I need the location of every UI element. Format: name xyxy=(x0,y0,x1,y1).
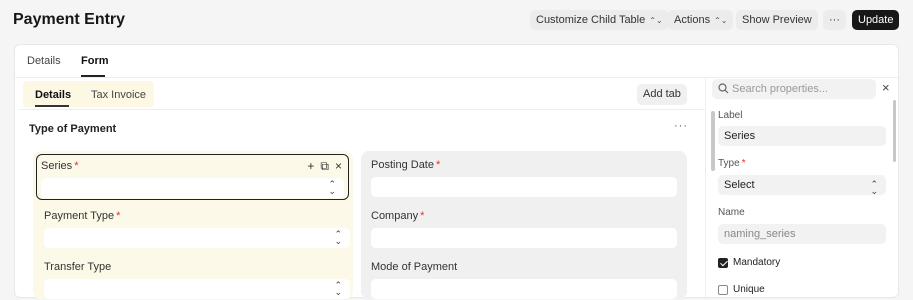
company-label: Company * xyxy=(371,210,424,222)
section-menu-button[interactable]: ··· xyxy=(674,120,688,132)
updown-chevron-icon: ⌃⌄ xyxy=(649,16,663,25)
series-label: Series * xyxy=(41,160,78,172)
required-mark: * xyxy=(74,160,79,172)
type-select[interactable]: Select ⌃ ⌄ xyxy=(718,175,886,196)
main-panel: Details Form Details Tax Invoice Add tab… xyxy=(14,44,900,299)
tab-details[interactable]: Details xyxy=(27,55,61,67)
search-properties-input[interactable]: Search properties... xyxy=(712,79,876,99)
company-label-text: Company xyxy=(371,210,419,222)
series-select[interactable]: ⌃ ⌄ xyxy=(41,178,344,198)
transfer-type-select[interactable]: ⌃ ⌄ xyxy=(44,279,350,299)
posting-date-label: Posting Date * xyxy=(371,159,440,171)
add-icon[interactable]: + xyxy=(307,159,314,174)
unique-checkbox[interactable] xyxy=(718,284,728,295)
duplicate-icon[interactable]: ⧉ xyxy=(320,159,329,174)
search-placeholder: Search properties... xyxy=(732,83,828,95)
payment-type-select[interactable]: ⌃ ⌄ xyxy=(44,228,350,248)
label-title: Label xyxy=(718,110,743,121)
mode-of-payment-input[interactable] xyxy=(371,279,677,299)
updown-chevron-icon: ⌃⌄ xyxy=(334,229,342,246)
company-input[interactable] xyxy=(371,228,677,248)
field-actions: + ⧉ × xyxy=(307,159,342,174)
required-mark: * xyxy=(435,159,441,171)
type-value: Select xyxy=(724,179,755,191)
form-column-1: Series * + ⧉ × ⌃ ⌄ Payment Type * ⌃ ⌄ Transf… xyxy=(33,151,353,299)
actions-button[interactable]: Actions ⌃⌄ xyxy=(668,10,734,30)
mandatory-label: Mandatory xyxy=(733,257,781,268)
form-builder-area: Details Tax Invoice Add tab Type of Paym… xyxy=(19,79,704,299)
active-subtab-indicator xyxy=(35,105,69,107)
form-subtabs: Details Tax Invoice xyxy=(23,81,154,107)
updown-chevron-icon: ⌃⌄ xyxy=(328,179,336,196)
close-icon[interactable]: × xyxy=(882,80,890,95)
name-input[interactable]: naming_series xyxy=(718,224,886,244)
page-title: Payment Entry xyxy=(13,11,126,28)
section-title: Type of Payment xyxy=(29,123,117,135)
posting-date-label-text: Posting Date xyxy=(371,159,434,171)
payment-type-label-text: Payment Type xyxy=(44,210,115,222)
updown-chevron-icon: ⌃⌄ xyxy=(334,280,342,297)
update-button[interactable]: Update xyxy=(852,10,900,30)
close-icon[interactable]: × xyxy=(335,159,342,174)
search-icon xyxy=(718,83,729,94)
payment-type-label: Payment Type * xyxy=(44,210,120,222)
unique-label: Unique xyxy=(733,284,765,295)
transfer-type-label: Transfer Type xyxy=(44,261,112,273)
customize-label: Customize Child Table xyxy=(536,14,646,26)
mandatory-checkbox-row[interactable]: Mandatory xyxy=(718,257,780,268)
customize-child-table-button[interactable]: Customize Child Table ⌃⌄ xyxy=(530,10,669,30)
unique-checkbox-row[interactable]: Unique xyxy=(718,284,765,295)
mode-of-payment-label: Mode of Payment xyxy=(371,261,458,273)
add-tab-button[interactable]: Add tab xyxy=(637,84,687,105)
subtab-details[interactable]: Details xyxy=(35,89,71,101)
page-header: Payment Entry Customize Child Table ⌃⌄ Ac… xyxy=(0,0,913,42)
name-title: Name xyxy=(718,207,745,218)
required-mark: * xyxy=(741,158,746,169)
posting-date-input[interactable] xyxy=(371,177,677,197)
updown-chevron-icon: ⌃⌄ xyxy=(870,179,878,196)
tab-form[interactable]: Form xyxy=(81,55,109,67)
form-column-2: Posting Date * Company * Mode of Payment xyxy=(361,151,687,299)
updown-chevron-icon: ⌃⌄ xyxy=(714,16,728,25)
type-title: Type * xyxy=(718,158,746,169)
show-preview-button[interactable]: Show Preview xyxy=(736,10,818,30)
mandatory-checkbox[interactable] xyxy=(718,257,728,268)
type-title-text: Type xyxy=(718,158,740,169)
more-options-button[interactable]: ··· xyxy=(823,10,846,30)
subtab-divider xyxy=(19,109,704,110)
required-mark: * xyxy=(116,210,121,222)
series-label-text: Series xyxy=(41,160,73,172)
label-input[interactable]: Series xyxy=(718,126,886,146)
sidebar-scrollbar[interactable] xyxy=(893,100,896,162)
actions-label: Actions xyxy=(674,14,711,26)
required-mark: * xyxy=(420,210,425,222)
properties-sidebar: Search properties... × Label Series Type… xyxy=(705,77,900,299)
series-field-selected[interactable]: Series * + ⧉ × ⌃ ⌄ xyxy=(36,154,349,200)
subtab-tax-invoice[interactable]: Tax Invoice xyxy=(91,89,146,101)
